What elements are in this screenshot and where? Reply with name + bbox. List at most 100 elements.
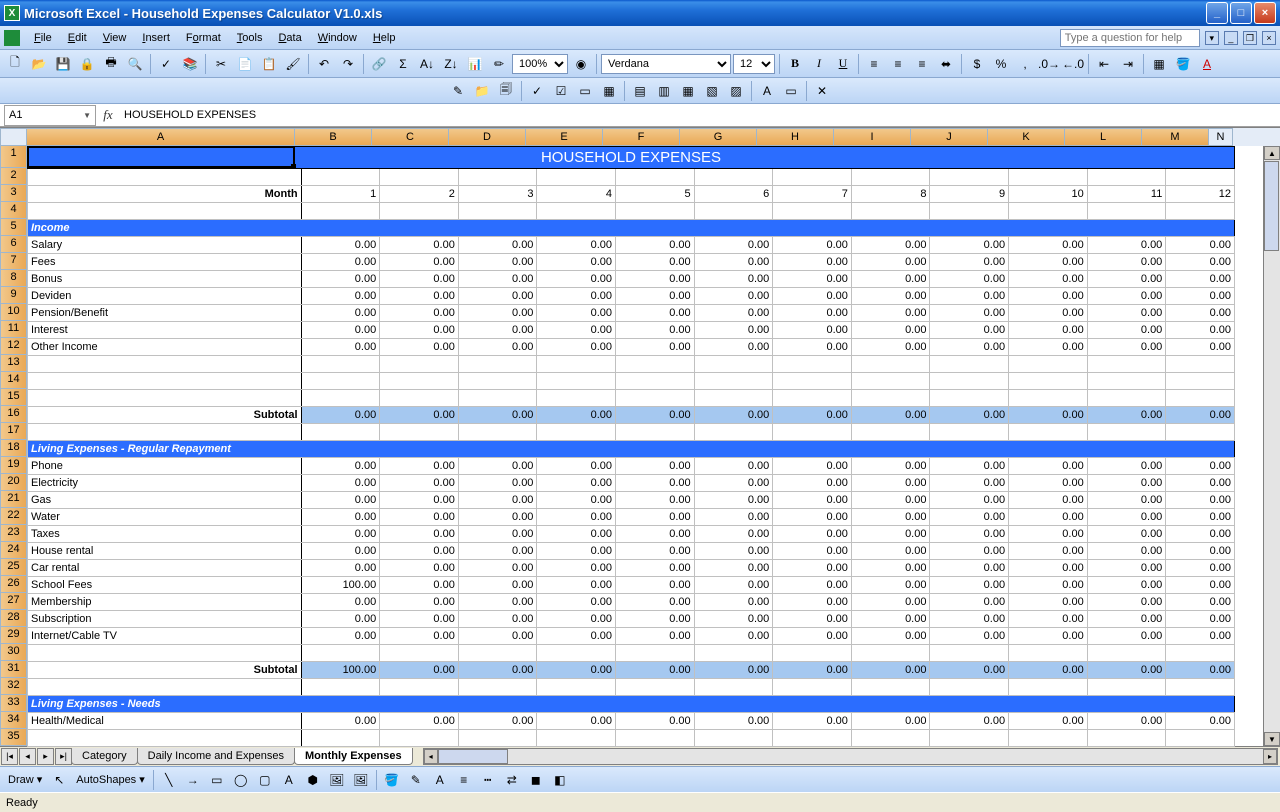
hscroll-thumb[interactable] [438, 749, 508, 764]
tb2-icon[interactable]: ✕ [811, 80, 833, 102]
cut-icon[interactable]: ✂ [210, 53, 232, 75]
cell[interactable]: 0.00 [1087, 662, 1166, 679]
open-icon[interactable]: 📂 [28, 53, 50, 75]
diagram-icon[interactable]: ⬢ [302, 769, 324, 791]
menu-window[interactable]: Window [310, 30, 365, 46]
cell[interactable]: 0.00 [773, 339, 852, 356]
cell[interactable] [28, 679, 302, 696]
cell[interactable]: 0.00 [930, 509, 1009, 526]
menu-file[interactable]: File [26, 30, 60, 46]
cell[interactable]: 1 [301, 186, 380, 203]
italic-button[interactable]: I [808, 53, 830, 75]
cell[interactable] [930, 730, 1009, 747]
column-header[interactable]: H [757, 128, 834, 146]
row-header[interactable]: 30 [0, 644, 27, 661]
cell[interactable]: 0.00 [1087, 339, 1166, 356]
cell[interactable]: 0.00 [694, 271, 773, 288]
3d-icon[interactable]: ◧ [549, 769, 571, 791]
cell[interactable] [616, 424, 695, 441]
cell[interactable]: 0.00 [773, 322, 852, 339]
row-header[interactable]: 20 [0, 474, 27, 491]
cell[interactable]: 0.00 [1166, 713, 1235, 730]
dash-style-icon[interactable]: ┅ [477, 769, 499, 791]
row-header[interactable]: 19 [0, 457, 27, 474]
minimize-button[interactable]: _ [1206, 2, 1228, 24]
cell[interactable] [1166, 390, 1235, 407]
cell[interactable] [616, 645, 695, 662]
cell[interactable]: 0.00 [537, 611, 616, 628]
decrease-decimal-icon[interactable]: ←.0 [1062, 53, 1084, 75]
tab-nav-prev-icon[interactable]: ◂ [19, 748, 36, 765]
row-header[interactable]: 13 [0, 355, 27, 372]
cell[interactable]: 0.00 [616, 407, 695, 424]
cell[interactable] [930, 373, 1009, 390]
tb2-icon[interactable]: ▭ [574, 80, 596, 102]
align-right-icon[interactable]: ≡ [911, 53, 933, 75]
cell[interactable]: 0.00 [537, 322, 616, 339]
cell[interactable]: 0.00 [616, 475, 695, 492]
mdi-close-button[interactable]: × [1262, 31, 1276, 45]
cell[interactable]: 0.00 [851, 594, 930, 611]
cell[interactable]: Interest [28, 322, 302, 339]
cell[interactable] [694, 730, 773, 747]
cell[interactable] [380, 679, 459, 696]
cell[interactable] [930, 679, 1009, 696]
cell[interactable] [930, 356, 1009, 373]
cell[interactable]: 0.00 [537, 458, 616, 475]
cell[interactable]: 0.00 [1087, 322, 1166, 339]
cell[interactable] [28, 730, 302, 747]
cell[interactable]: 0.00 [1009, 628, 1088, 645]
wordart-icon[interactable]: A [278, 769, 300, 791]
cell[interactable]: 0.00 [380, 509, 459, 526]
cell[interactable] [694, 169, 773, 186]
mdi-restore-button[interactable]: ❐ [1243, 31, 1257, 45]
tb2-icon[interactable]: 🗐 [495, 80, 517, 102]
cell[interactable]: 0.00 [301, 458, 380, 475]
cell[interactable]: 0.00 [1087, 407, 1166, 424]
cell[interactable]: 0.00 [458, 305, 537, 322]
cell[interactable]: 0.00 [616, 288, 695, 305]
cell[interactable]: 0.00 [930, 271, 1009, 288]
cell[interactable]: Water [28, 509, 302, 526]
cell[interactable] [773, 730, 852, 747]
cell[interactable]: 0.00 [773, 577, 852, 594]
chart-wizard-icon[interactable]: 📊 [464, 53, 486, 75]
cell[interactable]: 0.00 [1087, 305, 1166, 322]
cell[interactable]: 0.00 [616, 662, 695, 679]
currency-icon[interactable]: $ [966, 53, 988, 75]
tab-nav-next-icon[interactable]: ▸ [37, 748, 54, 765]
cell[interactable] [1166, 424, 1235, 441]
cell[interactable]: 0.00 [1166, 628, 1235, 645]
cell[interactable]: 0.00 [930, 322, 1009, 339]
cell[interactable] [773, 356, 852, 373]
cell[interactable]: 0.00 [537, 492, 616, 509]
cell[interactable]: 0.00 [301, 475, 380, 492]
comma-icon[interactable]: , [1014, 53, 1036, 75]
cell[interactable]: Subscription [28, 611, 302, 628]
column-header[interactable]: M [1142, 128, 1209, 146]
cell[interactable] [1009, 730, 1088, 747]
cell[interactable]: 0.00 [1087, 543, 1166, 560]
row-header[interactable]: 18 [0, 440, 27, 457]
cell[interactable]: 0.00 [773, 407, 852, 424]
tb2-icon[interactable]: ▨ [725, 80, 747, 102]
redo-icon[interactable]: ↷ [337, 53, 359, 75]
formula-input[interactable]: HOUSEHOLD EXPENSES [120, 109, 1280, 121]
cell[interactable] [380, 373, 459, 390]
cell[interactable]: 0.00 [458, 526, 537, 543]
cell[interactable]: 0.00 [616, 628, 695, 645]
cell[interactable]: 0.00 [301, 407, 380, 424]
cell[interactable]: 0.00 [1009, 594, 1088, 611]
cell[interactable]: 0.00 [1009, 526, 1088, 543]
cell[interactable] [694, 356, 773, 373]
cell[interactable]: 0.00 [1009, 254, 1088, 271]
row-header[interactable]: 25 [0, 559, 27, 576]
row-header[interactable]: 16 [0, 406, 27, 423]
cell[interactable]: 12 [1166, 186, 1235, 203]
tb2-icon[interactable]: A [756, 80, 778, 102]
cell[interactable] [458, 645, 537, 662]
cell[interactable] [1009, 390, 1088, 407]
paste-icon[interactable]: 📋 [258, 53, 280, 75]
row-header[interactable]: 15 [0, 389, 27, 406]
cell[interactable] [1087, 390, 1166, 407]
